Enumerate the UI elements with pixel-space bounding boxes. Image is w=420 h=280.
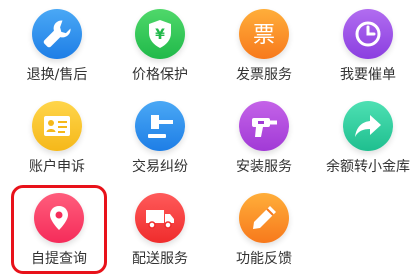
id-card-icon: [32, 101, 82, 151]
tile-urge-order[interactable]: 我要催单: [316, 0, 420, 90]
yuan-shield-icon: ¥: [135, 9, 185, 59]
delivery-truck-icon: [135, 193, 185, 243]
tile-self-pickup-query[interactable]: 自提查询: [7, 184, 111, 274]
pencil-icon: [239, 193, 289, 243]
tile-label: 自提查询: [31, 251, 87, 267]
tile-label: 价格保护: [132, 67, 188, 83]
gavel-icon: [135, 101, 185, 151]
tile-label: 功能反馈: [236, 251, 292, 267]
tile-label: 余额转小金库: [326, 159, 410, 175]
tile-price-protection[interactable]: ¥ 价格保护: [108, 0, 212, 90]
tile-label: 交易纠纷: [132, 159, 188, 175]
tile-label: 退换/售后: [26, 67, 88, 83]
wrench-icon: [32, 9, 82, 59]
tile-label: 安装服务: [236, 159, 292, 175]
tile-trade-dispute[interactable]: 交易纠纷: [108, 92, 212, 182]
invoice-glyph: 票: [253, 23, 275, 48]
tile-feature-feedback[interactable]: 功能反馈: [212, 184, 316, 274]
tile-delivery-service[interactable]: 配送服务: [108, 184, 212, 274]
clock-icon: [343, 9, 393, 59]
tile-label: 发票服务: [236, 67, 292, 83]
tile-invoice-service[interactable]: 票 发票服务: [212, 0, 316, 90]
tile-account-appeal[interactable]: 账户申诉: [5, 92, 109, 182]
share-arrow-icon: [343, 101, 393, 151]
service-grid: 退换/售后 ¥ 价格保护 票 发票服务 我要催单 账户申诉 交易纠纷 安装服务 …: [0, 0, 420, 280]
tile-label: 配送服务: [132, 251, 188, 267]
tile-balance-transfer[interactable]: 余额转小金库: [316, 92, 420, 182]
drill-icon: [239, 101, 289, 151]
tile-return-after-sale[interactable]: 退换/售后: [5, 0, 109, 90]
tile-label: 账户申诉: [29, 159, 85, 175]
invoice-icon: 票: [239, 9, 289, 59]
tile-install-service[interactable]: 安装服务: [212, 92, 316, 182]
tile-label: 我要催单: [340, 67, 396, 83]
yuan-glyph: ¥: [155, 27, 165, 43]
location-pin-icon: [34, 193, 84, 243]
